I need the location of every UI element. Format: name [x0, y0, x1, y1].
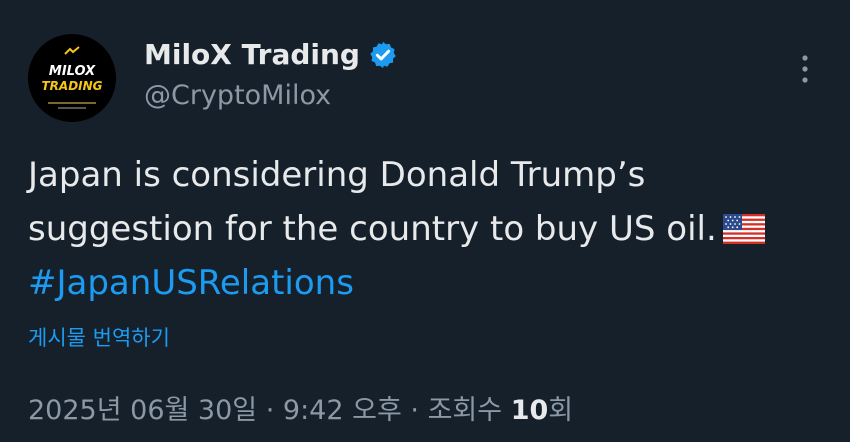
- tweet-text-line: Japan is considering Donald Trump’s: [28, 155, 646, 195]
- meta-separator: ·: [410, 395, 419, 426]
- avatar-logo-subtext: TRADING: [41, 79, 103, 93]
- author-name[interactable]: MiloX Trading: [144, 38, 360, 71]
- author-handle[interactable]: @CryptoMilox: [144, 80, 331, 111]
- post-date[interactable]: 2025년 06월 30일: [28, 395, 257, 426]
- tweet-text: Japan is considering Donald Trump’s sugg…: [28, 148, 828, 310]
- avatar-logo-text: MILOX: [48, 64, 96, 79]
- tweet-text-line: suggestion for the country to buy US oil…: [28, 202, 828, 256]
- post-time[interactable]: 9:42 오후: [283, 395, 402, 426]
- avatar-logo-divider: [58, 107, 86, 109]
- tweet-card: MILOX TRADING MiloX Trading @CryptoMilox…: [0, 0, 850, 442]
- views-label: 조회수: [427, 395, 503, 426]
- meta-separator: ·: [265, 395, 275, 426]
- verified-badge-icon: [370, 41, 396, 69]
- views-count: 10: [510, 395, 549, 426]
- views-unit: 회: [548, 395, 574, 426]
- avatar[interactable]: MILOX TRADING: [28, 34, 116, 122]
- translate-post-link[interactable]: 게시물 번역하기: [28, 322, 170, 352]
- more-options-icon[interactable]: [795, 52, 815, 86]
- us-flag-icon: [722, 214, 765, 244]
- tweet-meta: 2025년 06월 30일 · 9:42 오후 · 조회수 10회: [28, 388, 573, 427]
- logo-bull-icon: [64, 46, 80, 55]
- avatar-logo-divider: [48, 102, 96, 104]
- hashtag-link[interactable]: #JapanUSRelations: [28, 256, 828, 310]
- tweet-text-segment: suggestion for the country to buy US oil…: [28, 209, 717, 249]
